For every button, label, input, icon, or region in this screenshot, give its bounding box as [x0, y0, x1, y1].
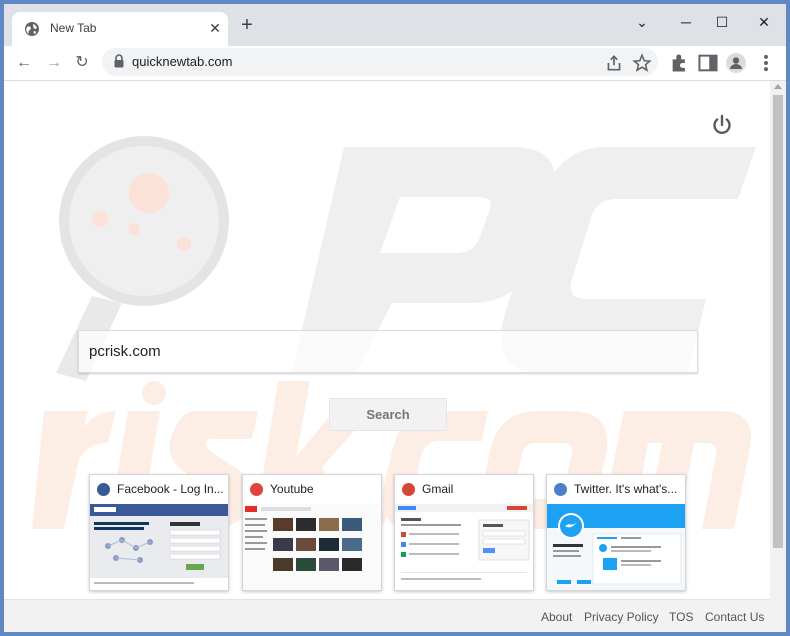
tab-close-icon[interactable]: ✕ [206, 19, 224, 37]
tile-title: Twitter. It's what's... [574, 482, 678, 496]
url-text: quicknewtab.com [132, 54, 233, 69]
speed-dial-youtube[interactable]: Youtube [242, 474, 382, 591]
share-icon[interactable] [604, 53, 624, 73]
gmail-icon [402, 483, 415, 496]
tile-title: Youtube [270, 482, 314, 496]
maximize-button[interactable]: ☐ [708, 10, 736, 34]
twitter-icon [554, 483, 567, 496]
facebook-thumbnail [90, 504, 228, 590]
contact-us-link[interactable]: Contact Us [705, 610, 764, 624]
about-link[interactable]: About [541, 610, 572, 624]
footer: About Privacy Policy TOS Contact Us [4, 599, 770, 632]
tile-header: Youtube [243, 475, 381, 503]
tab-title: New Tab [50, 21, 97, 35]
tile-header: Gmail [395, 475, 533, 503]
new-tab-button[interactable]: + [236, 14, 258, 36]
forward-button[interactable]: → [41, 50, 67, 76]
page-content: pcrisk.com Search Facebook - Log In... Y… [4, 81, 770, 632]
reload-button[interactable]: ↻ [69, 50, 95, 76]
speed-dial-gmail[interactable]: Gmail [394, 474, 534, 591]
speed-dial-twitter[interactable]: Twitter. It's what's... [546, 474, 686, 591]
youtube-icon [250, 483, 263, 496]
youtube-thumbnail [243, 504, 381, 590]
privacy-policy-link[interactable]: Privacy Policy [584, 610, 659, 624]
twitter-thumbnail [547, 504, 685, 590]
facebook-icon [97, 483, 110, 496]
back-button[interactable]: ← [11, 50, 37, 76]
tab-search-chevron-icon[interactable]: ⌄ [628, 10, 656, 34]
speed-dial-facebook[interactable]: Facebook - Log In... [89, 474, 229, 591]
tile-title: Facebook - Log In... [117, 482, 224, 496]
tile-header: Twitter. It's what's... [547, 475, 685, 503]
scroll-up-arrow-icon[interactable] [774, 84, 782, 89]
tos-link[interactable]: TOS [669, 610, 693, 624]
gmail-thumbnail [395, 504, 533, 590]
scrollbar-thumb[interactable] [773, 95, 783, 548]
menu-kebab-icon[interactable] [755, 52, 777, 74]
search-button[interactable]: Search [329, 398, 447, 431]
power-icon[interactable] [710, 113, 734, 137]
toolbar: ← → ↻ quicknewtab.com [4, 46, 786, 81]
extensions-icon[interactable] [669, 52, 691, 74]
title-bar: New Tab ✕ + ⌄ ─ ☐ ✕ [4, 4, 786, 46]
profile-avatar-icon[interactable] [725, 52, 747, 74]
browser-window: New Tab ✕ + ⌄ ─ ☐ ✕ ← → ↻ quicknewtab.co… [4, 4, 786, 632]
close-window-button[interactable]: ✕ [750, 10, 778, 34]
tile-header: Facebook - Log In... [90, 475, 228, 503]
search-input-value: pcrisk.com [89, 343, 161, 360]
vertical-scrollbar[interactable] [770, 81, 786, 632]
minimize-button[interactable]: ─ [672, 10, 700, 34]
lock-icon [114, 54, 124, 68]
tile-title: Gmail [422, 482, 454, 496]
tab-new-tab[interactable]: New Tab ✕ [12, 12, 228, 46]
search-input[interactable]: pcrisk.com [78, 330, 698, 373]
address-bar[interactable]: quicknewtab.com [102, 48, 658, 76]
side-panel-icon[interactable] [697, 52, 719, 74]
star-icon[interactable] [632, 53, 652, 73]
globe-icon [25, 22, 39, 36]
